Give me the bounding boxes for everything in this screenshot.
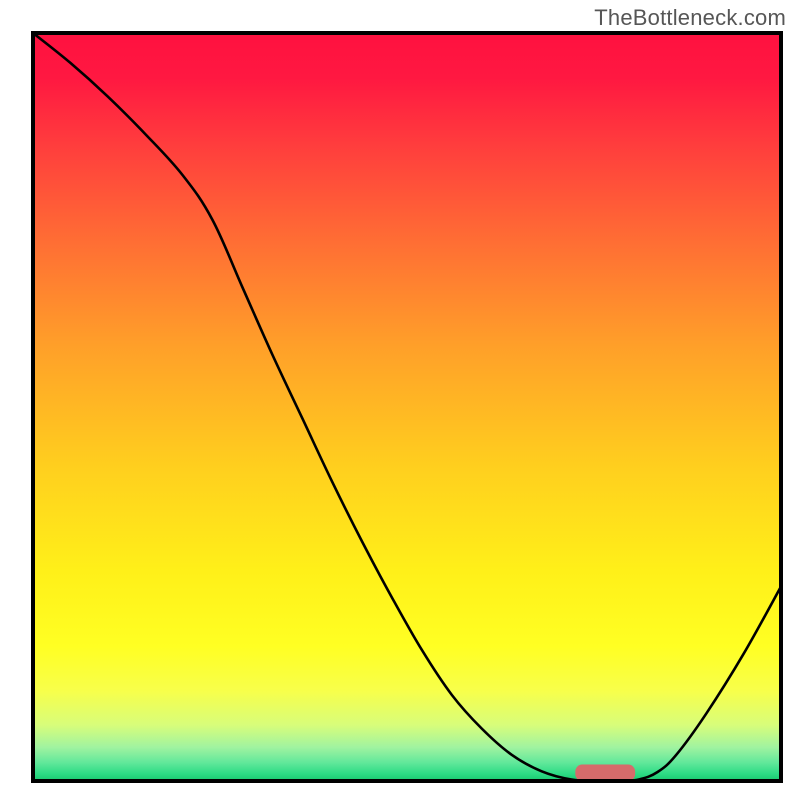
chart-container: TheBottleneck.com: [0, 0, 800, 800]
bottleneck-chart: [0, 0, 800, 800]
plot-background: [33, 33, 781, 781]
watermark-text: TheBottleneck.com: [594, 5, 786, 31]
optimal-marker: [575, 765, 635, 781]
